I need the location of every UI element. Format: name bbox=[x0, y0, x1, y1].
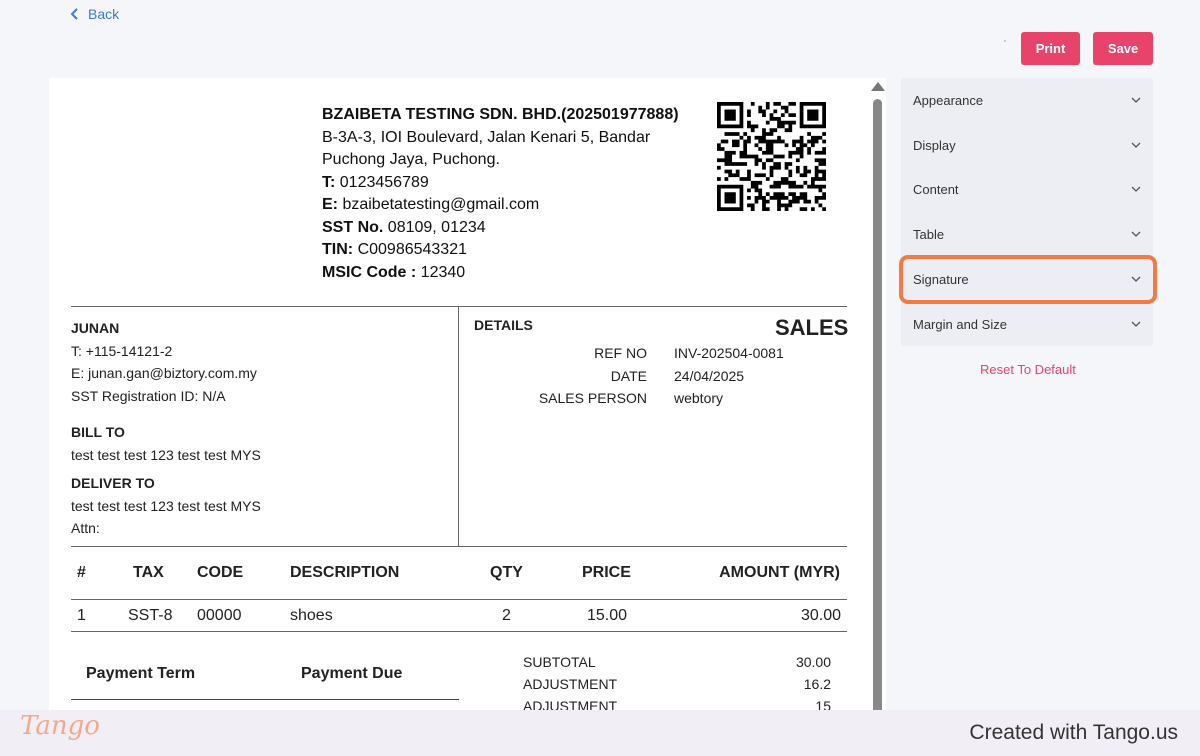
table-cell-code: 00000 bbox=[197, 607, 242, 624]
chevron-down-icon bbox=[1131, 97, 1141, 103]
company-address-line1: B-3A-3, IOI Boulevard, Jalan Kenari 5, B… bbox=[322, 128, 651, 146]
sales-person-value: webtory bbox=[674, 390, 724, 406]
customer-email: E: junan.gan@biztory.com.my bbox=[71, 365, 257, 381]
company-email-row: E: bzaibetatesting@gmail.com bbox=[322, 196, 540, 213]
table-header-number: # bbox=[77, 564, 86, 581]
customer-sst: SST Registration ID: N/A bbox=[71, 387, 226, 404]
section-label: Table bbox=[913, 226, 945, 242]
print-button[interactable]: Print bbox=[1021, 32, 1080, 65]
sales-person-label: SALES PERSON bbox=[538, 390, 647, 406]
scroll-up-arrow-icon[interactable] bbox=[871, 82, 885, 91]
divider bbox=[458, 307, 459, 546]
company-tin-row: TIN: C00986543321 bbox=[322, 241, 467, 258]
customer-name: JUNAN bbox=[71, 320, 120, 336]
section-margin-and-size[interactable]: Margin and Size bbox=[901, 302, 1153, 346]
table-cell-number: 1 bbox=[77, 607, 86, 624]
section-label: Appearance bbox=[913, 92, 984, 108]
adjustment-value: 16.2 bbox=[803, 676, 831, 692]
divider bbox=[71, 631, 847, 632]
save-button[interactable]: Save bbox=[1093, 32, 1153, 65]
table-header-price: PRICE bbox=[582, 564, 631, 581]
back-label: Back bbox=[88, 6, 120, 22]
adjustment-label: ADJUSTMENT bbox=[523, 676, 618, 692]
table-header-code: CODE bbox=[197, 564, 244, 581]
section-content[interactable]: Content bbox=[901, 167, 1153, 211]
tango-credit: Created with Tango.us bbox=[969, 721, 1178, 744]
chevron-down-icon bbox=[1131, 231, 1141, 237]
section-label: Display bbox=[913, 137, 956, 153]
chevron-down-icon bbox=[1131, 321, 1141, 327]
bill-to-address: test test test 123 test test MYS bbox=[71, 446, 261, 463]
deliver-to-label: DELIVER TO bbox=[71, 475, 155, 491]
section-appearance[interactable]: Appearance bbox=[901, 78, 1153, 122]
section-label: Content bbox=[913, 181, 959, 197]
company-name: BZAIBETA TESTING SDN. BHD.(202501977888) bbox=[322, 106, 679, 123]
tango-logo: Tango bbox=[20, 711, 100, 741]
bill-to-label: BILL TO bbox=[71, 424, 125, 440]
payment-due-label: Payment Due bbox=[301, 665, 403, 682]
signature-highlight bbox=[899, 255, 1157, 304]
decorative-dot bbox=[1004, 40, 1006, 42]
company-info: BZAIBETA TESTING SDN. BHD.(202501977888)… bbox=[322, 104, 679, 284]
section-display[interactable]: Display bbox=[901, 123, 1153, 167]
chevron-left-icon bbox=[70, 8, 78, 20]
scrollbar-thumb[interactable] bbox=[873, 99, 882, 724]
document-type: SALES bbox=[775, 315, 849, 340]
date-label: DATE bbox=[610, 368, 647, 384]
payment-term-label: Payment Term bbox=[86, 665, 196, 682]
customer-info: JUNAN T: +115-14121-2 E: junan.gan@bizto… bbox=[71, 317, 261, 540]
section-table[interactable]: Table bbox=[901, 212, 1153, 256]
ref-no-value: INV-202504-0081 bbox=[674, 345, 784, 361]
company-msic-row: MSIC Code : 12340 bbox=[322, 263, 466, 281]
invoice-preview: BZAIBETA TESTING SDN. BHD.(202501977888)… bbox=[49, 78, 870, 718]
company-phone-row: T: 0123456789 bbox=[322, 173, 429, 191]
attn: Attn: bbox=[71, 520, 100, 536]
deliver-to-address: test test test 123 test test MYS bbox=[71, 497, 261, 514]
table-header-description: DESCRIPTION bbox=[290, 564, 400, 581]
divider bbox=[71, 699, 459, 700]
table-cell-description: shoes bbox=[290, 607, 333, 624]
customer-phone: T: +115-14121-2 bbox=[71, 342, 173, 359]
reset-to-default-link[interactable]: Reset To Default bbox=[980, 362, 1076, 377]
divider bbox=[71, 306, 847, 307]
date-value: 24/04/2025 bbox=[674, 368, 745, 384]
company-sst-row: SST No. 08109, 01234 bbox=[322, 218, 486, 236]
subtotal-label: SUBTOTAL bbox=[523, 654, 596, 670]
table-header-tax: TAX bbox=[133, 564, 164, 581]
divider bbox=[71, 599, 847, 600]
ref-no-label: REF NO bbox=[594, 345, 647, 361]
divider bbox=[71, 546, 847, 547]
table-header-amount: AMOUNT (MYR) bbox=[719, 564, 840, 581]
table-cell-qty: 2 bbox=[502, 607, 511, 624]
qr-code-icon bbox=[717, 102, 826, 211]
table-header-qty: QTY bbox=[490, 564, 523, 581]
chevron-down-icon bbox=[1131, 186, 1141, 192]
details-label: DETAILS bbox=[474, 317, 533, 333]
settings-panel: Appearance Display Content Table Signatu… bbox=[901, 78, 1153, 346]
table-cell-tax: SST-8 bbox=[128, 607, 173, 624]
table-cell-amount: 30.00 bbox=[800, 607, 841, 624]
back-link[interactable]: Back bbox=[70, 6, 119, 22]
chevron-down-icon bbox=[1131, 142, 1141, 148]
company-address-line2: Puchong Jaya, Puchong. bbox=[322, 151, 500, 168]
section-label: Margin and Size bbox=[913, 316, 1007, 332]
table-cell-price: 15.00 bbox=[587, 607, 628, 624]
subtotal-value: 30.00 bbox=[795, 654, 831, 670]
